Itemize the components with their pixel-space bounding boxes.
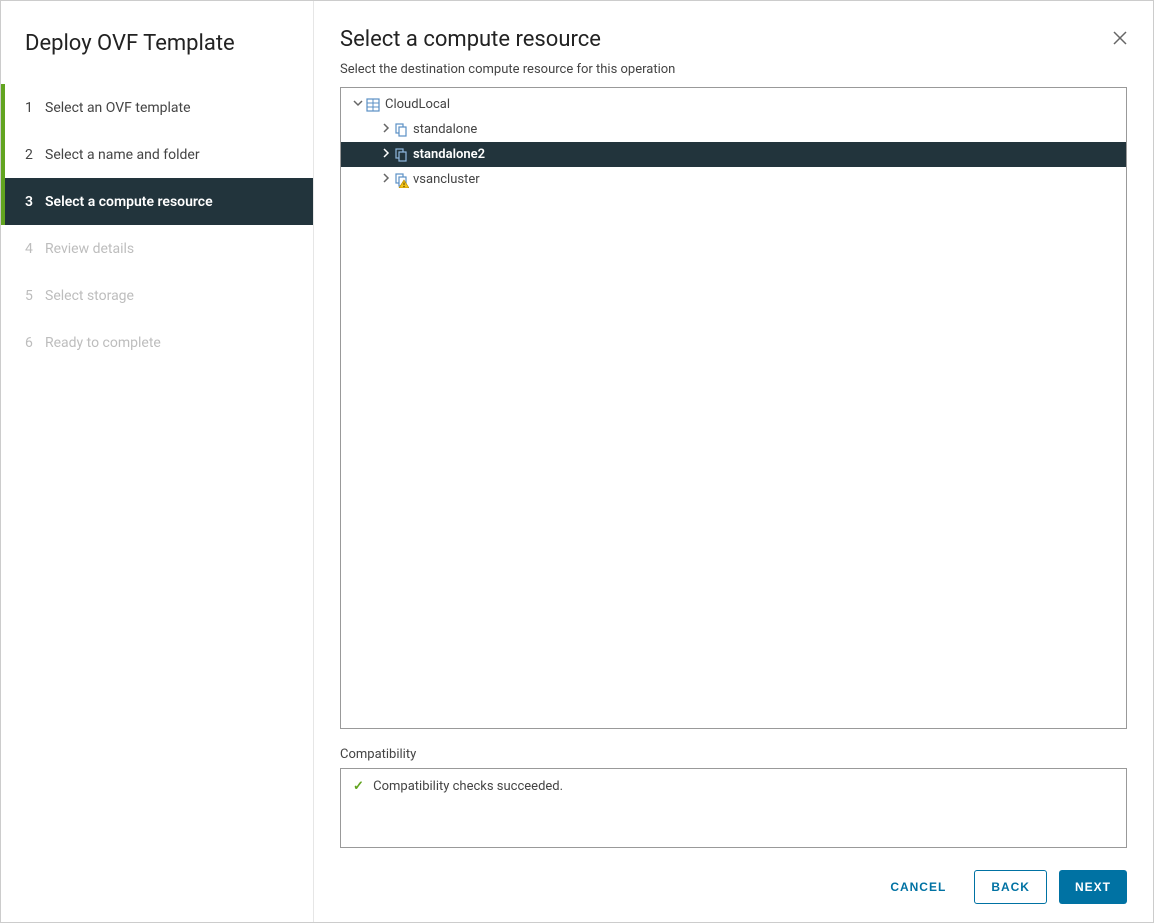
wizard-sidebar: Deploy OVF Template 1 Select an OVF temp… <box>1 1 314 922</box>
compatibility-message: Compatibility checks succeeded. <box>373 779 563 794</box>
step-select-ovf[interactable]: 1 Select an OVF template <box>1 84 313 131</box>
compatibility-label: Compatibility <box>340 747 1127 762</box>
back-button[interactable]: BACK <box>974 870 1047 904</box>
check-icon: ✓ <box>353 779 364 794</box>
chevron-right-icon[interactable] <box>379 123 393 136</box>
page-title: Select a compute resource <box>340 27 1101 52</box>
cluster-warning-icon <box>393 172 409 188</box>
chevron-right-icon[interactable] <box>379 173 393 186</box>
compute-resource-tree[interactable]: CloudLocal standalone standalone2 <box>340 87 1127 729</box>
step-select-name-folder[interactable]: 2 Select a name and folder <box>1 131 313 178</box>
cluster-icon <box>393 122 409 138</box>
tree-node-label: standalone2 <box>413 147 485 162</box>
tree-row-datacenter[interactable]: CloudLocal <box>341 92 1126 117</box>
close-icon[interactable] <box>1101 25 1127 54</box>
cluster-icon <box>393 147 409 163</box>
wizard-footer: CANCEL BACK NEXT <box>340 870 1127 904</box>
step-select-compute[interactable]: 3 Select a compute resource <box>1 178 313 225</box>
chevron-down-icon[interactable] <box>351 98 365 111</box>
tree-node-label: CloudLocal <box>385 97 450 112</box>
page-subtitle: Select the destination compute resource … <box>340 62 1127 77</box>
step-select-storage: 5 Select storage <box>1 272 313 319</box>
cancel-button[interactable]: CANCEL <box>874 870 962 904</box>
next-button[interactable]: NEXT <box>1059 870 1127 904</box>
datacenter-icon <box>365 97 381 113</box>
wizard-title: Deploy OVF Template <box>1 25 313 80</box>
main-header: Select a compute resource <box>340 25 1127 54</box>
chevron-right-icon[interactable] <box>379 148 393 161</box>
tree-row-cluster[interactable]: standalone <box>341 117 1126 142</box>
tree-row-cluster-warning[interactable]: vsancluster <box>341 167 1126 192</box>
deploy-ovf-dialog: Deploy OVF Template 1 Select an OVF temp… <box>0 0 1154 923</box>
step-ready-complete: 6 Ready to complete <box>1 319 313 366</box>
wizard-main: Select a compute resource Select the des… <box>314 1 1153 922</box>
tree-node-label: vsancluster <box>413 172 480 187</box>
wizard-steps: 1 Select an OVF template 2 Select a name… <box>1 84 313 366</box>
step-review-details: 4 Review details <box>1 225 313 272</box>
tree-row-cluster-selected[interactable]: standalone2 <box>341 142 1126 167</box>
tree-node-label: standalone <box>413 122 477 137</box>
compatibility-box: ✓ Compatibility checks succeeded. <box>340 768 1127 848</box>
